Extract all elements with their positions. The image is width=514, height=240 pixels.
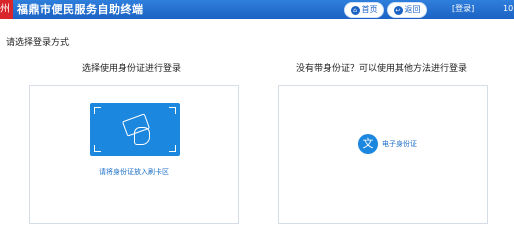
home-button[interactable]: ⌂ 首页 (344, 2, 384, 18)
other-login-panel: 文 电子身份证 (278, 85, 488, 224)
other-login-title: 没有带身份证？可以使用其他方法进行登录 (296, 64, 468, 74)
hand-icon (134, 127, 150, 145)
back-button-label: 返回 (404, 5, 421, 14)
home-button-label: 首页 (361, 5, 378, 14)
back-button[interactable]: ↩ 返回 (387, 2, 427, 18)
id-card-login-panel[interactable]: 请将身份证放入刷卡区 (29, 85, 239, 224)
card-reader-icon (90, 103, 180, 156)
section-label: 请选择登录方式 (6, 38, 70, 48)
insert-card-label: 请将身份证放入刷卡区 (99, 168, 169, 176)
id-card-login-title: 选择使用身份证进行登录 (82, 64, 182, 74)
corner-text: 10 (503, 4, 514, 13)
logo: 州 (0, 0, 13, 19)
e-id-card-label[interactable]: 电子身份证 (382, 139, 417, 149)
top-bar: 州 福鼎市便民服务自助终端 ⌂ 首页 ↩ 返回 [登录] 10 (0, 0, 514, 19)
app-title: 福鼎市便民服务自助终端 (17, 3, 144, 16)
login-link[interactable]: [登录] (452, 2, 474, 16)
back-icon: ↩ (393, 5, 403, 15)
home-icon: ⌂ (350, 5, 360, 15)
e-id-card-icon[interactable]: 文 (358, 134, 378, 154)
